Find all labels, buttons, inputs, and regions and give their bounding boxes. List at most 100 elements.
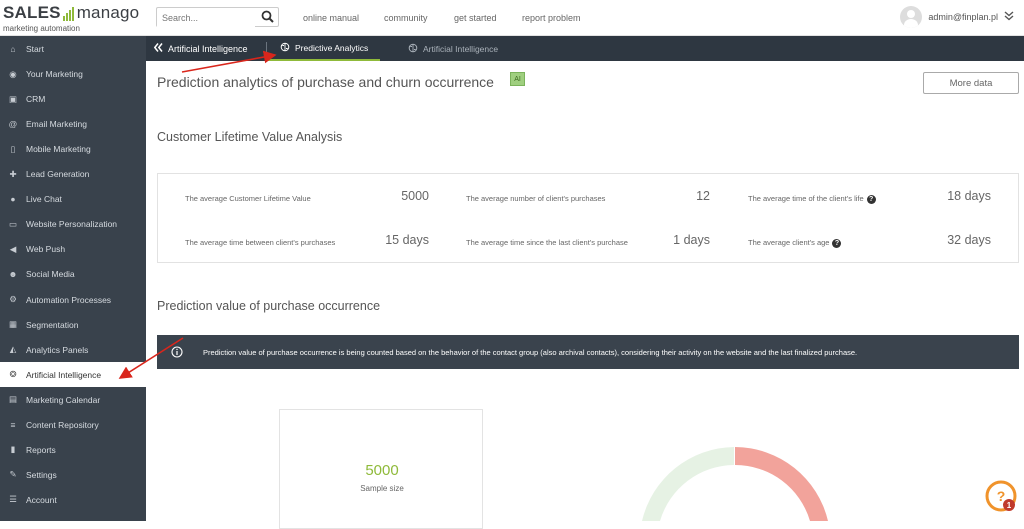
tab-artificial-intelligence[interactable]: Artificial Intelligence bbox=[396, 36, 510, 61]
double-chevron-down-icon[interactable] bbox=[1004, 11, 1014, 23]
sidebar-item-mobile-marketing[interactable]: ▯ Mobile Marketing bbox=[0, 137, 146, 162]
search-icon[interactable] bbox=[261, 10, 274, 28]
sidebar-item-web-push[interactable]: ◀ Web Push bbox=[0, 237, 146, 262]
clv-stats-panel: The average Customer Lifetime Value 5000… bbox=[157, 173, 1019, 263]
sidebar-item-content-repository[interactable]: ≡ Content Repository bbox=[0, 412, 146, 437]
calendar-icon: ▤ bbox=[8, 394, 18, 405]
sidebar-item-label: Lead Generation bbox=[26, 169, 90, 180]
main-content: Prediction analytics of purchase and chu… bbox=[146, 61, 1024, 529]
logo-tagline: marketing automation bbox=[3, 24, 80, 33]
double-chevron-left-icon[interactable] bbox=[153, 43, 163, 54]
breadcrumb-label[interactable]: Artificial Intelligence bbox=[168, 44, 248, 54]
question-circle-icon[interactable]: ? bbox=[866, 194, 876, 204]
cogs-icon: ⚙ bbox=[9, 294, 17, 304]
sidebar-item-analytics-panels[interactable]: ◭ Analytics Panels bbox=[0, 337, 146, 362]
donut-segment-red bbox=[735, 447, 828, 521]
help-badge-count: 1 bbox=[1007, 501, 1012, 510]
search-input[interactable] bbox=[157, 9, 255, 27]
sidebar-item-label: Email Marketing bbox=[26, 119, 87, 130]
top-bar: SALES manago marketing automation online… bbox=[0, 0, 1024, 36]
sidebar-item-label: Mobile Marketing bbox=[26, 144, 91, 155]
bullhorn-icon: ◀ bbox=[9, 243, 17, 254]
stat-label-client-age: The average client's age? bbox=[748, 238, 842, 248]
wrench-icon: ✎ bbox=[9, 469, 17, 480]
grid-icon: ▦ bbox=[8, 319, 18, 330]
search-box bbox=[156, 7, 279, 27]
sidebar-item-label: Analytics Panels bbox=[26, 344, 89, 355]
stat-value-client-life: 18 days bbox=[947, 189, 991, 203]
stat-label-avg-purchases: The average number of client's purchases bbox=[466, 194, 606, 203]
logo-text-manago: manago bbox=[76, 3, 140, 22]
brain-icon: ❂ bbox=[9, 369, 17, 380]
id-card-icon: ▣ bbox=[8, 93, 18, 104]
home-icon: ⌂ bbox=[10, 44, 16, 54]
chat-icon: ● bbox=[10, 194, 16, 205]
sidebar-item-social-media[interactable]: ☻ Social Media bbox=[0, 262, 146, 287]
sidebar-item-label: Automation Processes bbox=[26, 294, 112, 305]
sidebar-item-your-marketing[interactable]: ◉ Your Marketing bbox=[0, 62, 146, 87]
stat-value-time-since-last-purchase: 1 days bbox=[673, 233, 710, 247]
at-icon: @ bbox=[8, 119, 18, 130]
tab-predictive-analytics[interactable]: Predictive Analytics bbox=[268, 36, 381, 61]
sidebar-item-label: Reports bbox=[26, 444, 56, 455]
sidebar-item-live-chat[interactable]: ● Live Chat bbox=[0, 187, 146, 212]
info-banner: Prediction value of purchase occurrence … bbox=[157, 335, 1019, 369]
clv-section-title: Customer Lifetime Value Analysis bbox=[157, 130, 343, 144]
sidebar-item-settings[interactable]: ✎ Settings bbox=[0, 462, 146, 487]
logo-bars-icon bbox=[62, 7, 74, 21]
sidebar-item-label: Social Media bbox=[26, 269, 75, 280]
stat-label-client-life: The average time of the client's life? bbox=[748, 194, 876, 204]
ai-badge: AI bbox=[510, 72, 525, 86]
sidebar-item-label: Artificial Intelligence bbox=[26, 369, 102, 380]
prediction-section-title: Prediction value of purchase occurrence bbox=[157, 299, 381, 313]
sidebar-item-start[interactable]: ⌂ Start bbox=[0, 37, 146, 62]
sidebar-item-account[interactable]: ☰ Account bbox=[0, 487, 146, 512]
stat-value-time-between-purchases: 15 days bbox=[385, 233, 429, 247]
user-plus-icon: ✚ bbox=[9, 168, 17, 179]
link-get-started[interactable]: get started bbox=[454, 13, 497, 23]
sidebar-item-label: Live Chat bbox=[26, 194, 62, 205]
area-chart-icon: ◭ bbox=[9, 344, 17, 355]
logo-text-sales: SALES bbox=[3, 3, 61, 22]
sub-navigation: Artificial Intelligence Predictive Analy… bbox=[146, 36, 1024, 61]
database-icon: ≡ bbox=[10, 419, 16, 430]
breadcrumb-back[interactable]: Artificial Intelligence bbox=[153, 36, 248, 61]
sidebar-item-label: Website Personalization bbox=[26, 219, 118, 230]
donut-segment-green bbox=[642, 447, 734, 521]
link-community[interactable]: community bbox=[384, 13, 428, 23]
user-menu[interactable]: admin@finplan.pl bbox=[900, 6, 1014, 28]
sidebar-item-label: Marketing Calendar bbox=[26, 394, 101, 405]
sample-size-value: 5000 bbox=[365, 462, 399, 479]
page-title: Prediction analytics of purchase and chu… bbox=[157, 74, 494, 90]
stat-label-avg-clv: The average Customer Lifetime Value bbox=[185, 194, 311, 203]
sidebar-item-lead-generation[interactable]: ✚ Lead Generation bbox=[0, 162, 146, 187]
sidebar-item-segmentation[interactable]: ▦ Segmentation bbox=[0, 312, 146, 337]
sample-size-label: Sample size bbox=[360, 484, 404, 493]
sidebar-item-label: CRM bbox=[26, 94, 46, 105]
sidebar: ⌂ Start ◉ Your Marketing ▣ CRM @ Email Marketin… bbox=[0, 36, 146, 521]
users-icon: ☻ bbox=[8, 269, 18, 280]
browser-icon: ▭ bbox=[8, 218, 18, 229]
help-button[interactable]: ? 1 bbox=[985, 480, 1017, 512]
sidebar-item-crm[interactable]: ▣ CRM bbox=[0, 87, 146, 112]
prediction-donut-chart bbox=[642, 447, 828, 521]
help-lifebuoy-icon[interactable]: ? 1 bbox=[985, 480, 1017, 512]
file-icon: ▮ bbox=[10, 444, 16, 455]
more-data-button[interactable]: More data bbox=[923, 72, 1019, 94]
sliders-icon: ☰ bbox=[9, 494, 17, 505]
sidebar-item-artificial-intelligence[interactable]: ❂ Artificial Intelligence bbox=[0, 362, 146, 388]
sidebar-item-marketing-calendar[interactable]: ▤ Marketing Calendar bbox=[0, 387, 146, 412]
sidebar-item-email-marketing[interactable]: @ Email Marketing bbox=[0, 112, 146, 137]
link-report-problem[interactable]: report problem bbox=[522, 13, 581, 23]
salesmanago-logo[interactable]: SALES manago marketing automation bbox=[3, 3, 140, 33]
link-online-manual[interactable]: online manual bbox=[303, 13, 359, 23]
sidebar-item-automation-processes[interactable]: ⚙ Automation Processes bbox=[0, 287, 146, 312]
sidebar-item-reports[interactable]: ▮ Reports bbox=[0, 437, 146, 462]
eye-icon: ◉ bbox=[9, 68, 17, 79]
sidebar-item-website-personalization[interactable]: ▭ Website Personalization bbox=[0, 212, 146, 237]
question-circle-icon[interactable]: ? bbox=[832, 238, 842, 248]
stat-label-time-since-last-purchase: The average time since the last client's… bbox=[466, 238, 628, 247]
stat-label-time-between-purchases: The average time between client's purcha… bbox=[185, 238, 336, 247]
user-email[interactable]: admin@finplan.pl bbox=[928, 12, 998, 22]
avatar[interactable] bbox=[900, 6, 923, 28]
